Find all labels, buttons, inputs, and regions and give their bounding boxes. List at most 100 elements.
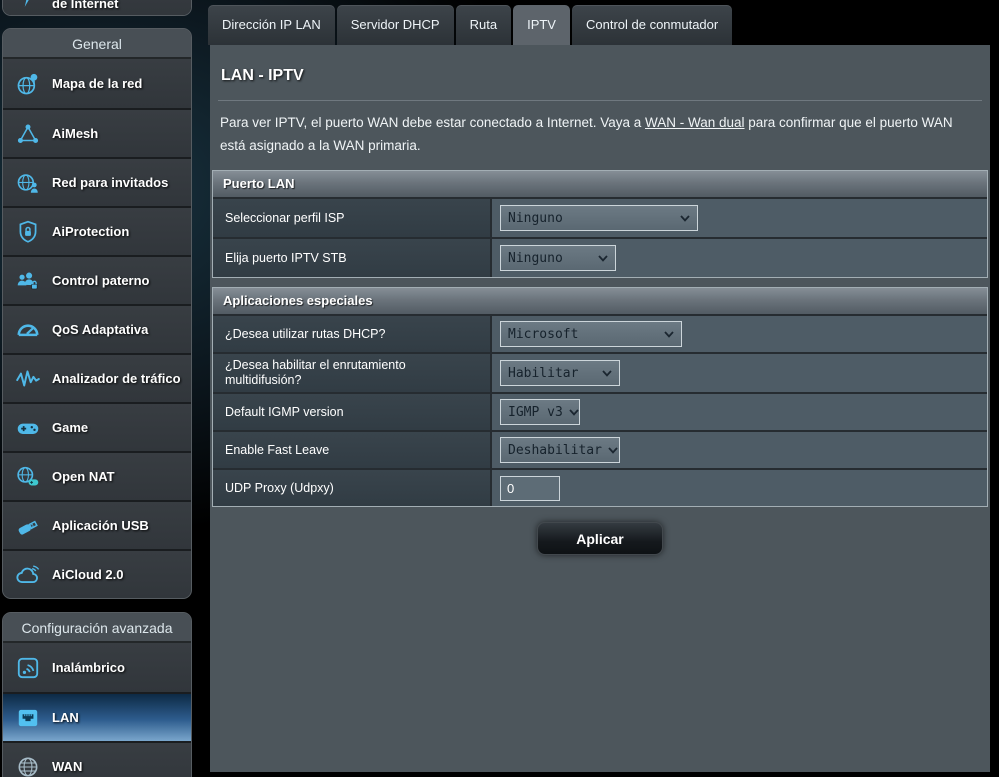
table-row: ¿Desea utilizar rutas DHCP? Microsoft: [213, 314, 987, 352]
tab-direccion-ip-lan[interactable]: Dirección IP LAN: [208, 5, 335, 45]
sidebar-item-aimesh[interactable]: AiMesh: [3, 108, 191, 157]
chevron-down-icon: [664, 331, 674, 338]
sidebar-item-label: Control paterno: [52, 273, 150, 288]
field-control: Microsoft: [492, 316, 987, 352]
table-row: Elija puerto IPTV STB Ninguno: [213, 237, 987, 277]
sidebar-item-label: AiMesh: [52, 126, 98, 141]
sidebar-item-label: WAN: [52, 759, 82, 774]
table-row: Default IGMP version IGMP v3: [213, 392, 987, 430]
wireless-icon: [12, 654, 44, 682]
field-control: Ninguno: [492, 199, 987, 237]
wan-dual-link[interactable]: WAN - Wan dual: [645, 115, 745, 130]
sidebar-item-label: Configuración rápida de Internet: [52, 0, 190, 11]
sidebar-item-label: Open NAT: [52, 469, 115, 484]
sidebar-item-label: Mapa de la red: [52, 76, 142, 91]
sidebar-item-aiprotection[interactable]: AiProtection: [3, 206, 191, 255]
isp-profile-select[interactable]: Ninguno: [500, 205, 698, 231]
field-control: [492, 470, 987, 506]
sidebar-item-aicloud[interactable]: AiCloud 2.0: [3, 549, 191, 598]
sidebar-item-lan[interactable]: LAN: [3, 692, 191, 741]
iptv-stb-port-select[interactable]: Ninguno: [500, 245, 616, 271]
chevron-down-icon: [608, 447, 618, 454]
sidebar-item-red-para-invitados[interactable]: Red para invitados: [3, 157, 191, 206]
wan-globe-icon: [12, 753, 44, 777]
apply-button[interactable]: Aplicar: [537, 522, 663, 555]
iptv-stb-port-value: Ninguno: [508, 251, 563, 266]
quick-setup-icon: [12, 0, 44, 10]
sidebar-item-inalambrico[interactable]: Inalámbrico: [3, 643, 191, 692]
content-panel: LAN - IPTV Para ver IPTV, el puerto WAN …: [210, 45, 990, 772]
sidebar-item-label: QoS Adaptativa: [52, 322, 148, 337]
shield-lock-icon: [12, 218, 44, 246]
section-header-avanzada: Configuración avanzada: [3, 613, 191, 643]
chevron-down-icon: [680, 215, 690, 222]
gamepad-icon: [12, 414, 44, 442]
advanced-section-box: Configuración avanzada Inalámbrico: [2, 612, 192, 777]
description-text-before: Para ver IPTV, el puerto WAN debe estar …: [220, 115, 645, 130]
quick-setup-box: Configuración rápida de Internet: [2, 0, 192, 16]
field-control: Deshabilitar: [492, 432, 987, 468]
isp-profile-value: Ninguno: [508, 211, 563, 226]
lan-port-icon: [12, 704, 44, 732]
sidebar-item-label: Aplicación USB: [52, 518, 149, 533]
page-title: LAN - IPTV: [221, 67, 990, 85]
field-label: ¿Desea utilizar rutas DHCP?: [213, 316, 492, 352]
chevron-down-icon: [602, 370, 612, 377]
sidebar-item-label: Inalámbrico: [52, 660, 125, 675]
sidebar: Configuración rápida de Internet General…: [0, 0, 193, 777]
sidebar-item-wan[interactable]: WAN: [3, 741, 191, 777]
field-label: Enable Fast Leave: [213, 432, 492, 468]
aplicaciones-especiales-table: Aplicaciones especiales ¿Desea utilizar …: [212, 287, 988, 507]
tab-iptv[interactable]: IPTV: [513, 5, 570, 45]
dhcp-routes-select[interactable]: Microsoft: [500, 321, 682, 347]
table-row: Seleccionar perfil ISP Ninguno: [213, 197, 987, 237]
field-label: Seleccionar perfil ISP: [213, 199, 492, 237]
sidebar-item-mapa-de-la-red[interactable]: Mapa de la red: [3, 59, 191, 108]
field-label: Elija puerto IPTV STB: [213, 239, 492, 277]
sidebar-item-label: Analizador de tráfico: [52, 371, 181, 386]
traffic-analyzer-icon: [12, 365, 44, 393]
sidebar-item-analizador-de-trafico[interactable]: Analizador de tráfico: [3, 353, 191, 402]
page-description: Para ver IPTV, el puerto WAN debe estar …: [220, 111, 980, 157]
puerto-lan-table: Puerto LAN Seleccionar perfil ISP Ningun…: [212, 170, 988, 278]
igmp-version-select[interactable]: IGMP v3: [500, 399, 580, 425]
usb-icon: [12, 512, 44, 540]
chevron-down-icon: [598, 255, 608, 262]
table-row: UDP Proxy (Udpxy): [213, 468, 987, 506]
open-nat-icon: [12, 463, 44, 491]
aplicaciones-header: Aplicaciones especiales: [213, 288, 987, 314]
sidebar-item-qos-adaptativa[interactable]: QoS Adaptativa: [3, 304, 191, 353]
guest-network-icon: [12, 169, 44, 197]
tab-servidor-dhcp[interactable]: Servidor DHCP: [337, 5, 454, 45]
multicast-routing-select[interactable]: Habilitar: [500, 360, 620, 386]
udp-proxy-input[interactable]: [500, 476, 560, 501]
lan-tabs: Dirección IP LAN Servidor DHCP Ruta IPTV…: [208, 5, 732, 45]
gauge-icon: [12, 316, 44, 344]
field-control: Ninguno: [492, 239, 987, 277]
field-label: UDP Proxy (Udpxy): [213, 470, 492, 506]
sidebar-item-aplicacion-usb[interactable]: Aplicación USB: [3, 500, 191, 549]
sidebar-item-label: LAN: [52, 710, 79, 725]
fast-leave-value: Deshabilitar: [508, 443, 602, 458]
puerto-lan-header: Puerto LAN: [213, 171, 987, 197]
tab-control-de-conmutador[interactable]: Control de conmutador: [572, 5, 732, 45]
parental-control-icon: [12, 267, 44, 295]
field-control: Habilitar: [492, 354, 987, 392]
table-row: ¿Desea habilitar el enrutamiento multidi…: [213, 352, 987, 392]
igmp-version-value: IGMP v3: [508, 405, 563, 420]
tab-ruta[interactable]: Ruta: [456, 5, 511, 45]
multicast-routing-value: Habilitar: [508, 366, 578, 381]
sidebar-item-label: Game: [52, 420, 88, 435]
title-separator: [218, 100, 982, 101]
sidebar-item-game[interactable]: Game: [3, 402, 191, 451]
sidebar-item-open-nat[interactable]: Open NAT: [3, 451, 191, 500]
field-control: IGMP v3: [492, 394, 987, 430]
general-section-box: General Mapa de la red: [2, 28, 192, 599]
sidebar-item-label: AiCloud 2.0: [52, 567, 124, 582]
sidebar-item-control-paterno[interactable]: Control paterno: [3, 255, 191, 304]
fast-leave-select[interactable]: Deshabilitar: [500, 437, 620, 463]
aimesh-icon: [12, 120, 44, 148]
sidebar-item-label: AiProtection: [52, 224, 129, 239]
sidebar-item-quick-setup[interactable]: Configuración rápida de Internet: [3, 0, 191, 16]
network-map-icon: [12, 70, 44, 98]
